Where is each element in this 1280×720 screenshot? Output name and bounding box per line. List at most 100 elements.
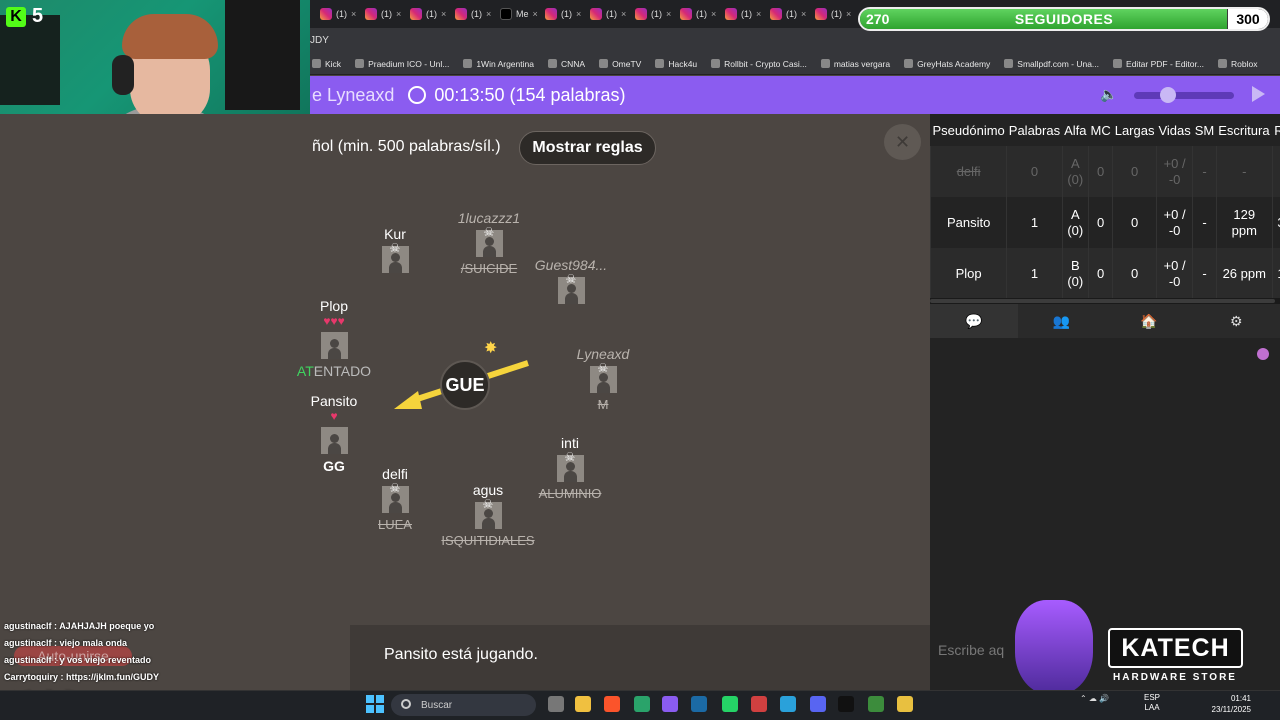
tab-label: Me	[516, 9, 529, 19]
browser-tab[interactable]: (1) ×	[545, 2, 590, 26]
browser-tab[interactable]: (1) ×	[455, 2, 500, 26]
word-matched-prefix: AT	[296, 363, 314, 379]
bookmark-item[interactable]: Editar PDF - Editor...	[1113, 59, 1204, 69]
bookmark-label: matias vergara	[833, 58, 891, 69]
column-header[interactable]: Alfa	[1062, 114, 1088, 146]
tab-settings[interactable]: ⚙	[1193, 304, 1280, 338]
volume-slider[interactable]	[1134, 92, 1234, 99]
bookmark-item[interactable]: 1Win Argentina	[463, 59, 534, 69]
discord-icon[interactable]	[810, 696, 826, 712]
player-avatar: ☠	[556, 450, 584, 482]
bookmark-item[interactable]: Kick	[312, 59, 341, 69]
bookmark-item[interactable]: CNNA	[547, 59, 585, 69]
tiktok-icon[interactable]	[838, 696, 854, 712]
close-tab-icon[interactable]: ×	[533, 9, 538, 19]
bookmark-item[interactable]: Roblox	[1217, 59, 1257, 69]
column-header[interactable]: MC	[1089, 114, 1113, 146]
tab-label: (1)	[471, 9, 482, 19]
close-tab-icon[interactable]: ×	[801, 9, 806, 19]
close-tab-icon[interactable]: ×	[666, 9, 671, 19]
bookmark-item[interactable]: Smallpdf.com - Una...	[1004, 59, 1099, 69]
table-cell: -	[1192, 146, 1217, 197]
browser-tab[interactable]: (1) ×	[725, 2, 770, 26]
browser-tab[interactable]: (1) ×	[410, 2, 455, 26]
app-icon[interactable]	[751, 696, 767, 712]
chat-user: Carrytoquiry	[4, 672, 59, 682]
bookmark-item[interactable]: GreyHats Academy	[904, 59, 990, 69]
chat-bubble-icon: 💬	[965, 312, 983, 329]
browser-tab[interactable]: (1) ×	[770, 2, 815, 26]
lang-primary: ESP	[1143, 693, 1160, 702]
whatsapp-icon[interactable]	[722, 696, 738, 712]
telegram-icon[interactable]	[780, 696, 796, 712]
close-tab-icon[interactable]: ×	[621, 9, 626, 19]
close-tab-icon[interactable]: ×	[846, 9, 851, 19]
turn-status: Pansito está jugando.	[384, 646, 538, 663]
column-header[interactable]: SM	[1193, 114, 1217, 146]
tab-label: (1)	[426, 9, 437, 19]
player-avatar: ☠	[381, 241, 409, 273]
bookmark-item[interactable]: Praedium ICO - Unl...	[355, 59, 449, 69]
table-cell: 0	[1087, 146, 1113, 197]
column-header[interactable]: Palabras	[1007, 114, 1062, 146]
volume-slider-handle[interactable]	[1160, 87, 1176, 103]
close-icon[interactable]: ✕	[884, 124, 921, 160]
tab-label: (1)	[786, 9, 797, 19]
windows-start-icon[interactable]	[366, 695, 384, 713]
column-header[interactable]: Rea	[1272, 114, 1280, 146]
system-tray[interactable]: ⌃ ☁ 🔊	[1080, 694, 1109, 703]
play-icon[interactable]	[1252, 86, 1265, 102]
scrollbar-thumb[interactable]	[930, 299, 1275, 303]
browser-tab[interactable]: (1) ×	[590, 2, 635, 26]
minecraft-icon[interactable]	[868, 696, 884, 712]
file-explorer-icon[interactable]	[575, 696, 591, 712]
close-tab-icon[interactable]: ×	[756, 9, 761, 19]
brave-icon[interactable]	[604, 696, 620, 712]
close-tab-icon[interactable]: ×	[711, 9, 716, 19]
close-tab-icon[interactable]: ×	[486, 9, 491, 19]
chat-message: agustinaclf : y vos viejo reventado	[0, 652, 350, 669]
app-icon[interactable]	[897, 696, 913, 712]
browser-tab[interactable]: (1) ×	[815, 2, 860, 26]
table-row: Plop1B (0)00+0 / -0-26 ppm1.5	[930, 248, 1280, 299]
browser-tab[interactable]: (1) ×	[365, 2, 410, 26]
tab-players[interactable]: 👥	[1018, 304, 1106, 338]
column-header[interactable]: Largas	[1113, 114, 1157, 146]
taskbar-search[interactable]: Buscar	[391, 694, 536, 716]
skull-icon: ☠	[483, 225, 495, 239]
tab-chat[interactable]: 💬	[930, 304, 1018, 338]
column-header[interactable]: Pseudónimo	[931, 114, 1007, 146]
column-header[interactable]: Vidas	[1156, 114, 1192, 146]
bookmark-favicon-icon	[1004, 59, 1014, 68]
browser-tab[interactable]: Me ×	[500, 2, 545, 26]
browser-tab[interactable]: (1) ×	[320, 2, 365, 26]
taskbar-clock[interactable]: 01:41 23/11/2025	[1205, 693, 1251, 715]
hanging-shirt	[225, 0, 300, 110]
address-bar[interactable]: JDY	[300, 28, 1280, 53]
close-tab-icon[interactable]: ×	[396, 9, 401, 19]
show-rules-button[interactable]: Mostrar reglas	[519, 131, 656, 165]
browser-tab[interactable]: (1) ×	[635, 2, 680, 26]
browser-tab[interactable]: (1) ×	[680, 2, 725, 26]
volume-icon[interactable]: 🔈	[1100, 86, 1120, 104]
app-icon[interactable]	[634, 696, 650, 712]
bookmark-item[interactable]: Hack4u	[655, 59, 697, 69]
column-header[interactable]: Escritura	[1216, 114, 1272, 146]
bookmark-item[interactable]: Rollbit - Crypto Casi...	[711, 59, 807, 69]
steam-icon[interactable]	[691, 696, 707, 712]
tab-room[interactable]: 🏠	[1105, 304, 1193, 338]
tab-label: (1)	[336, 9, 347, 19]
bookmark-item[interactable]: OmeTV	[599, 59, 641, 69]
task-view-icon[interactable]	[548, 696, 564, 712]
app-icon[interactable]	[662, 696, 678, 712]
player-word: ATENTADO	[264, 363, 404, 379]
close-tab-icon[interactable]: ×	[576, 9, 581, 19]
bookmark-favicon-icon	[1217, 59, 1227, 68]
table-cell: -	[1192, 197, 1217, 248]
bookmark-item[interactable]: matias vergara	[820, 58, 891, 69]
language-indicator[interactable]: ESP LAA	[1142, 693, 1162, 713]
chat-text: y vos viejo reventado	[59, 655, 152, 665]
close-tab-icon[interactable]: ×	[351, 9, 356, 19]
skull-icon: ☠	[482, 497, 494, 511]
close-tab-icon[interactable]: ×	[441, 9, 446, 19]
